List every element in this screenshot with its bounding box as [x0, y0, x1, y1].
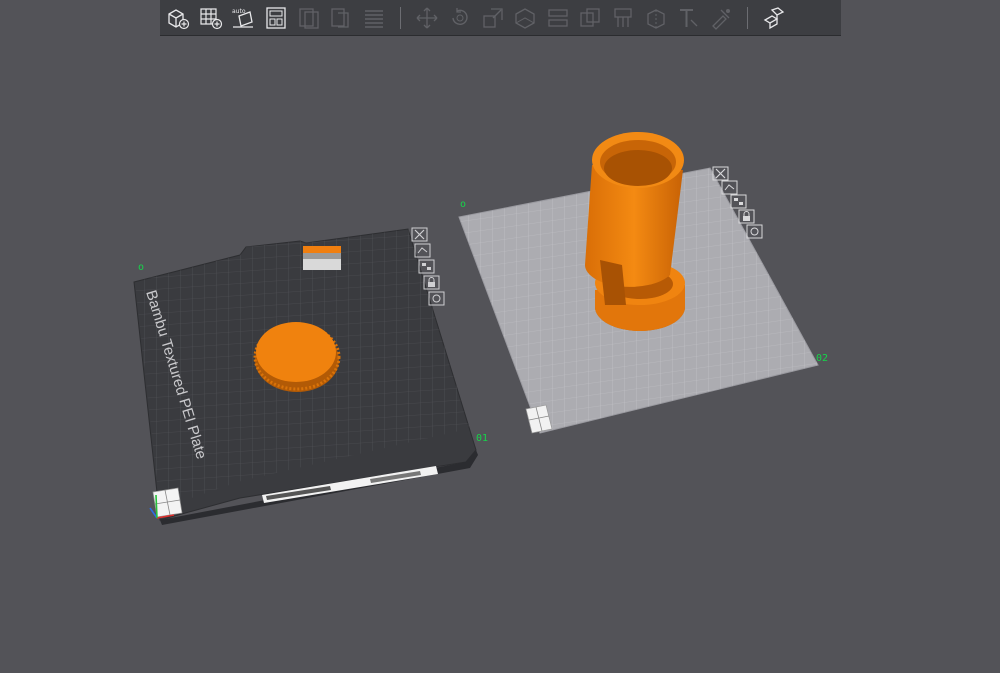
plate-02-label: 02 — [816, 353, 828, 364]
plate-02-arrange-icon[interactable] — [730, 194, 747, 209]
jar-model[interactable] — [585, 132, 685, 331]
plate-01[interactable]: Bambu Textured PEI Plate 01 o — [133, 196, 488, 525]
plate-01-label: 01 — [476, 433, 488, 444]
plate-01-close-icon[interactable] — [411, 227, 428, 242]
plate-02-lock-icon[interactable] — [738, 209, 755, 224]
3d-viewport[interactable]: Bambu Textured PEI Plate 01 o 02 o — [0, 0, 1000, 673]
plate-02[interactable]: 02 o — [440, 102, 840, 458]
plate-logo — [303, 246, 341, 270]
plate-02-orient-icon[interactable] — [721, 180, 738, 195]
lid-model[interactable] — [253, 322, 341, 392]
plate-02-corner-marker: o — [460, 199, 466, 210]
plate-01-orient-icon[interactable] — [414, 243, 431, 258]
plate-01-corner-marker: o — [138, 262, 144, 273]
plate-02-settings-icon[interactable] — [746, 224, 763, 239]
